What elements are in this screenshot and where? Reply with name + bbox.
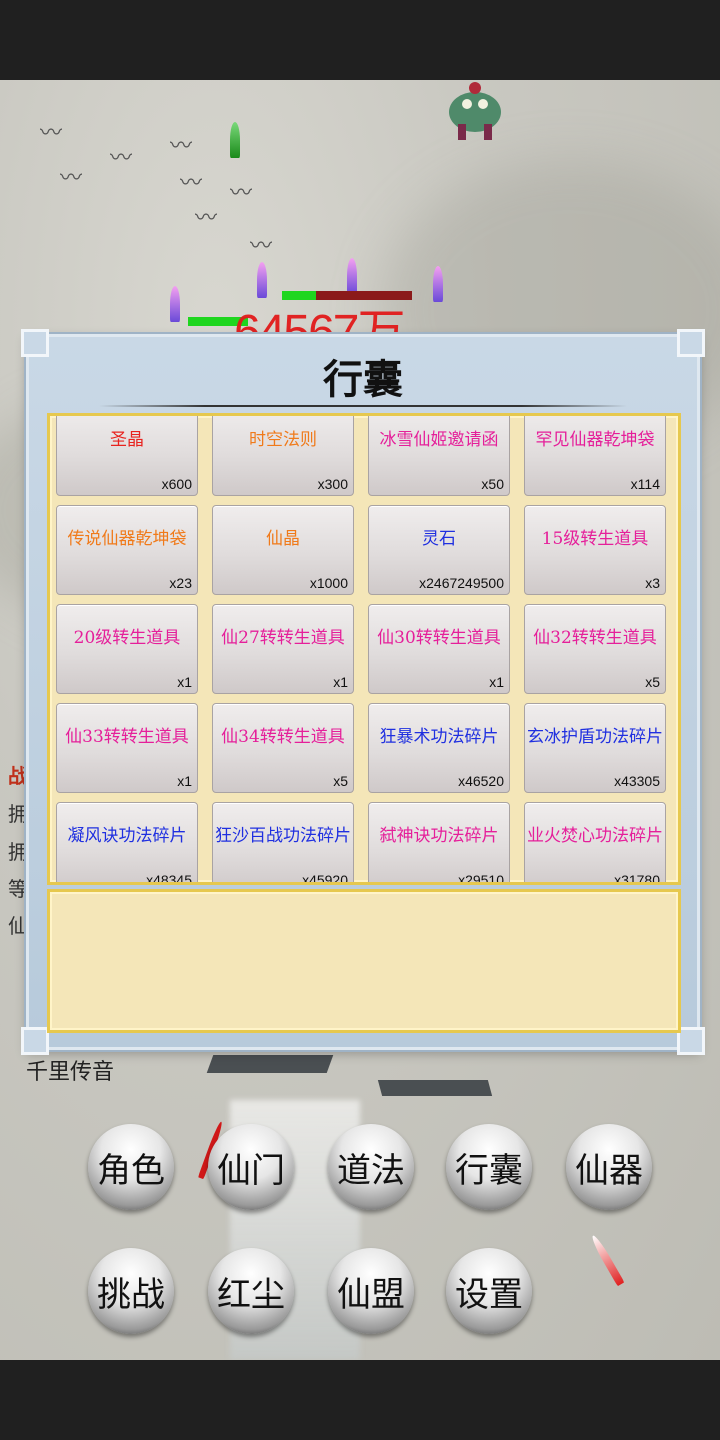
temple-roof xyxy=(377,1080,493,1096)
item-name: 业火焚心功法碎片 xyxy=(527,826,663,846)
status-bar xyxy=(0,0,720,80)
item-name: 狂沙百战功法碎片 xyxy=(215,826,351,846)
inventory-slot[interactable]: 冰雪仙姬邀请函 x50 xyxy=(368,416,510,496)
item-quantity: x50 xyxy=(481,476,504,492)
item-quantity: x1 xyxy=(177,773,192,789)
inventory-slot[interactable]: 仙27转转生道具 x1 xyxy=(212,604,354,694)
item-name: 时空法则 xyxy=(249,430,317,450)
item-grid-container[interactable]: 圣晶 x600 时空法则 x300 冰雪仙姬邀请函 x50 罕见仙器乾坤袋 x114 传说仙器乾… xyxy=(47,413,681,885)
item-name: 仙32转转生道具 xyxy=(533,628,657,648)
item-quantity: x1 xyxy=(333,674,348,690)
menu-button[interactable]: 角色 xyxy=(88,1124,174,1210)
menu-button[interactable]: 仙器 xyxy=(566,1124,652,1210)
bird-icon: 〰 xyxy=(110,146,133,171)
inventory-slot[interactable]: 15级转生道具 x3 xyxy=(524,505,666,595)
title-divider xyxy=(99,405,627,407)
item-name: 狂暴术功法碎片 xyxy=(379,727,499,747)
item-quantity: x5 xyxy=(645,674,660,690)
inventory-slot[interactable]: 仙34转转生道具 x5 xyxy=(212,703,354,793)
inventory-slot[interactable]: 仙32转转生道具 x5 xyxy=(524,604,666,694)
inventory-slot[interactable]: 罕见仙器乾坤袋 x114 xyxy=(524,416,666,496)
menu-button[interactable]: 挑战 xyxy=(88,1248,174,1334)
menu-button[interactable]: 设置 xyxy=(446,1248,532,1334)
item-name: 冰雪仙姬邀请函 xyxy=(379,430,499,450)
inventory-slot[interactable]: 弑神诀功法碎片 x29510 xyxy=(368,802,510,885)
inventory-slot[interactable]: 凝风诀功法碎片 x48345 xyxy=(56,802,198,885)
bird-icon: 〰 xyxy=(40,121,63,146)
item-name: 仙27转转生道具 xyxy=(221,628,345,648)
item-name: 圣晶 xyxy=(110,430,144,450)
panel-corner xyxy=(677,1027,705,1055)
inventory-slot[interactable]: 20级转生道具 x1 xyxy=(56,604,198,694)
item-quantity: x43305 xyxy=(614,773,660,789)
item-name: 仙30转转生道具 xyxy=(377,628,501,648)
menu-button[interactable]: 行囊 xyxy=(446,1124,532,1210)
item-name: 传说仙器乾坤袋 xyxy=(67,529,187,549)
item-quantity: x5 xyxy=(333,773,348,789)
temple-roof xyxy=(206,1055,334,1073)
item-quantity: x114 xyxy=(630,476,660,492)
item-quantity: x23 xyxy=(169,575,192,591)
inventory-slot[interactable]: 传说仙器乾坤袋 x23 xyxy=(56,505,198,595)
panel-corner xyxy=(21,1027,49,1055)
item-name: 仙33转转生道具 xyxy=(65,727,189,747)
bird-icon: 〰 xyxy=(195,206,218,231)
inventory-slot[interactable]: 时空法则 x300 xyxy=(212,416,354,496)
item-quantity: x29510 xyxy=(458,872,504,885)
bird-icon: 〰 xyxy=(250,234,273,259)
menu-button[interactable]: 红尘 xyxy=(208,1248,294,1334)
item-quantity: x48345 xyxy=(146,872,192,885)
item-quantity: x3 xyxy=(645,575,660,591)
bird-icon: 〰 xyxy=(170,134,193,159)
item-quantity: x600 xyxy=(161,476,192,492)
item-name: 罕见仙器乾坤袋 xyxy=(535,430,655,450)
side-text: 等 xyxy=(8,877,28,901)
item-quantity: x45920 xyxy=(302,872,348,885)
navigation-bar xyxy=(0,1360,720,1440)
projectile-icon xyxy=(433,266,443,302)
item-name: 玄冰护盾功法碎片 xyxy=(527,727,663,747)
bird-icon: 〰 xyxy=(230,181,253,206)
projectile-icon xyxy=(347,258,357,294)
inventory-slot[interactable]: 玄冰护盾功法碎片 x43305 xyxy=(524,703,666,793)
item-quantity: x2467249500 xyxy=(419,575,504,591)
item-name: 凝风诀功法碎片 xyxy=(67,826,187,846)
inventory-slot[interactable]: 仙30转转生道具 x1 xyxy=(368,604,510,694)
menu-button[interactable]: 道法 xyxy=(328,1124,414,1210)
menu-button[interactable]: 仙盟 xyxy=(328,1248,414,1334)
side-text: 拥 xyxy=(8,802,28,826)
bird-icon: 〰 xyxy=(60,166,83,191)
item-name: 灵石 xyxy=(422,529,456,549)
inventory-slot[interactable]: 圣晶 x600 xyxy=(56,416,198,496)
menu-button[interactable]: 仙门 xyxy=(208,1124,294,1210)
item-quantity: x31780 xyxy=(614,872,660,885)
inventory-slot[interactable]: 业火焚心功法碎片 x31780 xyxy=(524,802,666,885)
inventory-slot[interactable]: 灵石 x2467249500 xyxy=(368,505,510,595)
monster-sprite[interactable] xyxy=(440,80,510,142)
item-name: 弑神诀功法碎片 xyxy=(379,826,499,846)
inventory-panel: 行囊 圣晶 x600 时空法则 x300 冰雪仙姬邀请函 x50 罕见仙器乾坤袋 x114 传说… xyxy=(21,329,705,1055)
item-description-box xyxy=(47,889,681,1033)
side-text: 拥 xyxy=(8,840,28,864)
item-name: 15级转生道具 xyxy=(541,529,649,549)
inventory-slot[interactable]: 仙33转转生道具 x1 xyxy=(56,703,198,793)
chat-channel-label[interactable]: 千里传音 xyxy=(26,1054,114,1086)
item-quantity: x1 xyxy=(489,674,504,690)
inventory-slot[interactable]: 狂暴术功法碎片 x46520 xyxy=(368,703,510,793)
inventory-slot[interactable]: 狂沙百战功法碎片 x45920 xyxy=(212,802,354,885)
item-name: 仙晶 xyxy=(266,529,300,549)
inventory-slot[interactable]: 仙晶 x1000 xyxy=(212,505,354,595)
item-quantity: x1 xyxy=(177,674,192,690)
item-name: 仙34转转生道具 xyxy=(221,727,345,747)
side-text: 仙 xyxy=(8,914,28,938)
item-quantity: x300 xyxy=(317,476,348,492)
item-quantity: x1000 xyxy=(309,575,348,591)
side-text: 战 xyxy=(8,764,28,788)
projectile-icon xyxy=(170,286,180,322)
projectile-icon xyxy=(230,122,240,158)
item-quantity: x46520 xyxy=(458,773,504,789)
bird-icon: 〰 xyxy=(180,171,203,196)
panel-title: 行囊 xyxy=(323,356,403,403)
item-name: 20级转生道具 xyxy=(73,628,181,648)
